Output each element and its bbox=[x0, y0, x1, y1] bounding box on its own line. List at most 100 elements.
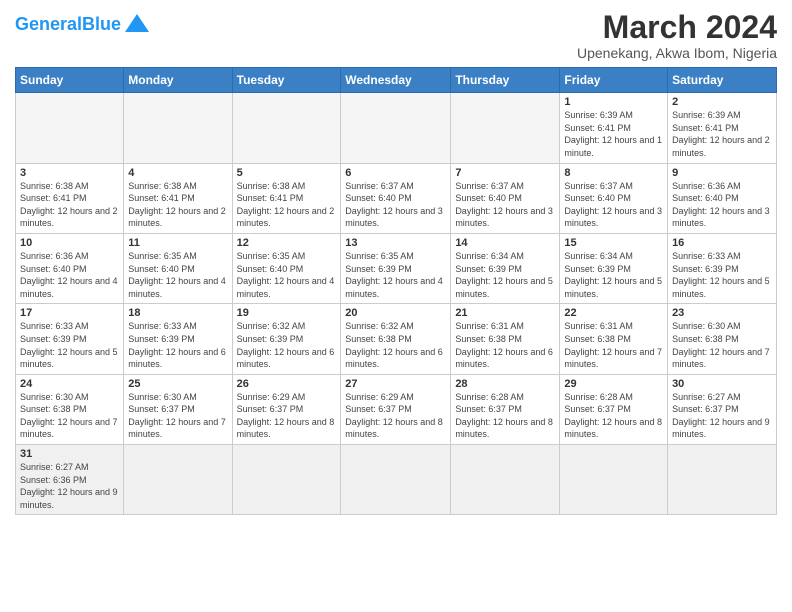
day-number: 17 bbox=[20, 307, 119, 319]
calendar-cell: 30Sunrise: 6:27 AM Sunset: 6:37 PM Dayli… bbox=[668, 374, 777, 444]
calendar-cell: 8Sunrise: 6:37 AM Sunset: 6:40 PM Daylig… bbox=[560, 163, 668, 233]
calendar-cell bbox=[341, 445, 451, 515]
calendar-cell: 27Sunrise: 6:29 AM Sunset: 6:37 PM Dayli… bbox=[341, 374, 451, 444]
day-info: Sunrise: 6:34 AM Sunset: 6:39 PM Dayligh… bbox=[564, 250, 663, 300]
day-number: 14 bbox=[455, 237, 555, 249]
day-number: 26 bbox=[237, 378, 337, 390]
calendar-cell: 31Sunrise: 6:27 AM Sunset: 6:36 PM Dayli… bbox=[16, 445, 124, 515]
day-number: 6 bbox=[345, 167, 446, 179]
day-info: Sunrise: 6:37 AM Sunset: 6:40 PM Dayligh… bbox=[345, 180, 446, 230]
calendar-cell bbox=[124, 445, 232, 515]
day-number: 9 bbox=[672, 167, 772, 179]
calendar-cell: 25Sunrise: 6:30 AM Sunset: 6:37 PM Dayli… bbox=[124, 374, 232, 444]
calendar-cell: 23Sunrise: 6:30 AM Sunset: 6:38 PM Dayli… bbox=[668, 304, 777, 374]
day-info: Sunrise: 6:39 AM Sunset: 6:41 PM Dayligh… bbox=[564, 109, 663, 159]
calendar-cell bbox=[560, 445, 668, 515]
week-row-0: 1Sunrise: 6:39 AM Sunset: 6:41 PM Daylig… bbox=[16, 93, 777, 163]
calendar-cell: 5Sunrise: 6:38 AM Sunset: 6:41 PM Daylig… bbox=[232, 163, 341, 233]
page: GeneralBlue March 2024 Upenekang, Akwa I… bbox=[0, 0, 792, 612]
day-info: Sunrise: 6:29 AM Sunset: 6:37 PM Dayligh… bbox=[345, 391, 446, 441]
calendar-cell: 24Sunrise: 6:30 AM Sunset: 6:38 PM Dayli… bbox=[16, 374, 124, 444]
col-sunday: Sunday bbox=[16, 68, 124, 93]
day-info: Sunrise: 6:34 AM Sunset: 6:39 PM Dayligh… bbox=[455, 250, 555, 300]
day-info: Sunrise: 6:39 AM Sunset: 6:41 PM Dayligh… bbox=[672, 109, 772, 159]
day-info: Sunrise: 6:27 AM Sunset: 6:36 PM Dayligh… bbox=[20, 461, 119, 511]
day-info: Sunrise: 6:28 AM Sunset: 6:37 PM Dayligh… bbox=[455, 391, 555, 441]
day-number: 16 bbox=[672, 237, 772, 249]
day-number: 28 bbox=[455, 378, 555, 390]
calendar-cell: 9Sunrise: 6:36 AM Sunset: 6:40 PM Daylig… bbox=[668, 163, 777, 233]
calendar-cell bbox=[341, 93, 451, 163]
day-number: 7 bbox=[455, 167, 555, 179]
day-info: Sunrise: 6:35 AM Sunset: 6:39 PM Dayligh… bbox=[345, 250, 446, 300]
calendar-cell: 6Sunrise: 6:37 AM Sunset: 6:40 PM Daylig… bbox=[341, 163, 451, 233]
subtitle: Upenekang, Akwa Ibom, Nigeria bbox=[577, 45, 777, 61]
calendar-cell: 21Sunrise: 6:31 AM Sunset: 6:38 PM Dayli… bbox=[451, 304, 560, 374]
day-number: 4 bbox=[128, 167, 227, 179]
col-tuesday: Tuesday bbox=[232, 68, 341, 93]
calendar-cell: 4Sunrise: 6:38 AM Sunset: 6:41 PM Daylig… bbox=[124, 163, 232, 233]
day-info: Sunrise: 6:31 AM Sunset: 6:38 PM Dayligh… bbox=[564, 320, 663, 370]
calendar-cell: 19Sunrise: 6:32 AM Sunset: 6:39 PM Dayli… bbox=[232, 304, 341, 374]
day-number: 8 bbox=[564, 167, 663, 179]
day-number: 24 bbox=[20, 378, 119, 390]
calendar-cell: 3Sunrise: 6:38 AM Sunset: 6:41 PM Daylig… bbox=[16, 163, 124, 233]
calendar-cell: 14Sunrise: 6:34 AM Sunset: 6:39 PM Dayli… bbox=[451, 233, 560, 303]
calendar-cell: 12Sunrise: 6:35 AM Sunset: 6:40 PM Dayli… bbox=[232, 233, 341, 303]
logo-icon bbox=[123, 10, 151, 38]
calendar-table: Sunday Monday Tuesday Wednesday Thursday… bbox=[15, 67, 777, 515]
week-row-2: 10Sunrise: 6:36 AM Sunset: 6:40 PM Dayli… bbox=[16, 233, 777, 303]
day-number: 27 bbox=[345, 378, 446, 390]
day-info: Sunrise: 6:28 AM Sunset: 6:37 PM Dayligh… bbox=[564, 391, 663, 441]
col-monday: Monday bbox=[124, 68, 232, 93]
week-row-4: 24Sunrise: 6:30 AM Sunset: 6:38 PM Dayli… bbox=[16, 374, 777, 444]
day-info: Sunrise: 6:27 AM Sunset: 6:37 PM Dayligh… bbox=[672, 391, 772, 441]
day-number: 13 bbox=[345, 237, 446, 249]
calendar-cell: 1Sunrise: 6:39 AM Sunset: 6:41 PM Daylig… bbox=[560, 93, 668, 163]
title-block: March 2024 Upenekang, Akwa Ibom, Nigeria bbox=[577, 10, 777, 61]
header: GeneralBlue March 2024 Upenekang, Akwa I… bbox=[15, 10, 777, 61]
day-number: 5 bbox=[237, 167, 337, 179]
day-number: 1 bbox=[564, 96, 663, 108]
day-info: Sunrise: 6:30 AM Sunset: 6:38 PM Dayligh… bbox=[20, 391, 119, 441]
day-info: Sunrise: 6:37 AM Sunset: 6:40 PM Dayligh… bbox=[455, 180, 555, 230]
col-saturday: Saturday bbox=[668, 68, 777, 93]
calendar-cell bbox=[451, 445, 560, 515]
calendar-cell: 18Sunrise: 6:33 AM Sunset: 6:39 PM Dayli… bbox=[124, 304, 232, 374]
col-thursday: Thursday bbox=[451, 68, 560, 93]
day-number: 23 bbox=[672, 307, 772, 319]
day-info: Sunrise: 6:32 AM Sunset: 6:39 PM Dayligh… bbox=[237, 320, 337, 370]
col-friday: Friday bbox=[560, 68, 668, 93]
day-number: 31 bbox=[20, 448, 119, 460]
calendar-cell: 17Sunrise: 6:33 AM Sunset: 6:39 PM Dayli… bbox=[16, 304, 124, 374]
calendar-cell: 15Sunrise: 6:34 AM Sunset: 6:39 PM Dayli… bbox=[560, 233, 668, 303]
calendar-cell: 22Sunrise: 6:31 AM Sunset: 6:38 PM Dayli… bbox=[560, 304, 668, 374]
calendar-cell: 16Sunrise: 6:33 AM Sunset: 6:39 PM Dayli… bbox=[668, 233, 777, 303]
calendar-cell: 11Sunrise: 6:35 AM Sunset: 6:40 PM Dayli… bbox=[124, 233, 232, 303]
day-info: Sunrise: 6:33 AM Sunset: 6:39 PM Dayligh… bbox=[672, 250, 772, 300]
day-number: 21 bbox=[455, 307, 555, 319]
day-info: Sunrise: 6:35 AM Sunset: 6:40 PM Dayligh… bbox=[237, 250, 337, 300]
day-number: 12 bbox=[237, 237, 337, 249]
calendar-cell bbox=[124, 93, 232, 163]
day-info: Sunrise: 6:38 AM Sunset: 6:41 PM Dayligh… bbox=[237, 180, 337, 230]
calendar-cell bbox=[451, 93, 560, 163]
day-number: 2 bbox=[672, 96, 772, 108]
day-info: Sunrise: 6:37 AM Sunset: 6:40 PM Dayligh… bbox=[564, 180, 663, 230]
day-info: Sunrise: 6:32 AM Sunset: 6:38 PM Dayligh… bbox=[345, 320, 446, 370]
day-info: Sunrise: 6:38 AM Sunset: 6:41 PM Dayligh… bbox=[128, 180, 227, 230]
day-number: 30 bbox=[672, 378, 772, 390]
col-wednesday: Wednesday bbox=[341, 68, 451, 93]
day-info: Sunrise: 6:36 AM Sunset: 6:40 PM Dayligh… bbox=[20, 250, 119, 300]
calendar-cell: 2Sunrise: 6:39 AM Sunset: 6:41 PM Daylig… bbox=[668, 93, 777, 163]
logo-blue: Blue bbox=[82, 14, 121, 34]
day-info: Sunrise: 6:36 AM Sunset: 6:40 PM Dayligh… bbox=[672, 180, 772, 230]
day-number: 20 bbox=[345, 307, 446, 319]
day-number: 19 bbox=[237, 307, 337, 319]
week-row-1: 3Sunrise: 6:38 AM Sunset: 6:41 PM Daylig… bbox=[16, 163, 777, 233]
day-number: 18 bbox=[128, 307, 227, 319]
calendar-cell: 13Sunrise: 6:35 AM Sunset: 6:39 PM Dayli… bbox=[341, 233, 451, 303]
day-info: Sunrise: 6:35 AM Sunset: 6:40 PM Dayligh… bbox=[128, 250, 227, 300]
calendar-cell: 29Sunrise: 6:28 AM Sunset: 6:37 PM Dayli… bbox=[560, 374, 668, 444]
calendar-cell: 10Sunrise: 6:36 AM Sunset: 6:40 PM Dayli… bbox=[16, 233, 124, 303]
